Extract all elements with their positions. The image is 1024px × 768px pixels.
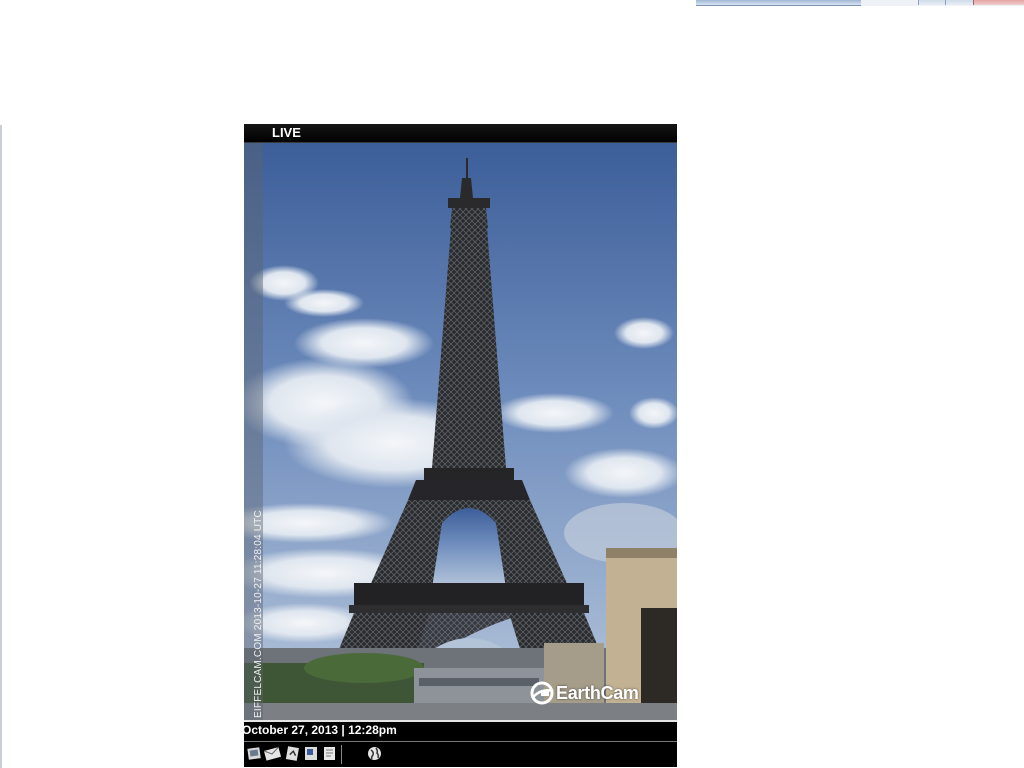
earthcam-logo[interactable]: EarthCam — [529, 680, 639, 706]
maximize-button[interactable] — [945, 0, 973, 5]
player-toolbar — [244, 741, 677, 767]
live-label: LIVE — [272, 125, 301, 140]
date-time-label: October 27, 2013 | 12:28pm — [242, 723, 397, 737]
facebook-icon[interactable] — [303, 745, 320, 762]
email-icon[interactable] — [264, 745, 281, 762]
minimize-button[interactable] — [918, 0, 945, 5]
photo-icon[interactable] — [246, 745, 263, 762]
eiffel-tower-scene — [244, 143, 677, 720]
share-icon[interactable] — [284, 745, 301, 762]
taskbar-window-tab[interactable] — [696, 0, 861, 6]
earthcam-swoosh-icon — [530, 681, 554, 705]
timestamp-watermark: EIFFELCAM.COM 2013-10-27 11:28:04 UTC — [253, 510, 264, 718]
live-video-frame[interactable]: EIFFELCAM.COM 2013-10-27 11:28:04 UTC Ea… — [244, 143, 677, 720]
notes-icon[interactable] — [321, 745, 338, 762]
live-header-bar: LIVE — [244, 124, 677, 143]
date-bar: October 27, 2013 | 12:28pm — [242, 720, 677, 742]
close-button[interactable] — [973, 0, 1024, 5]
left-window-edge — [0, 125, 2, 768]
webcam-player[interactable]: LIVE EIFFELCAM.COM 2013-10-27 11:28:04 U… — [242, 124, 677, 767]
globe-icon[interactable] — [366, 745, 383, 762]
earthcam-logo-text: EarthCam — [556, 682, 639, 703]
toolbar-separator — [341, 745, 342, 764]
